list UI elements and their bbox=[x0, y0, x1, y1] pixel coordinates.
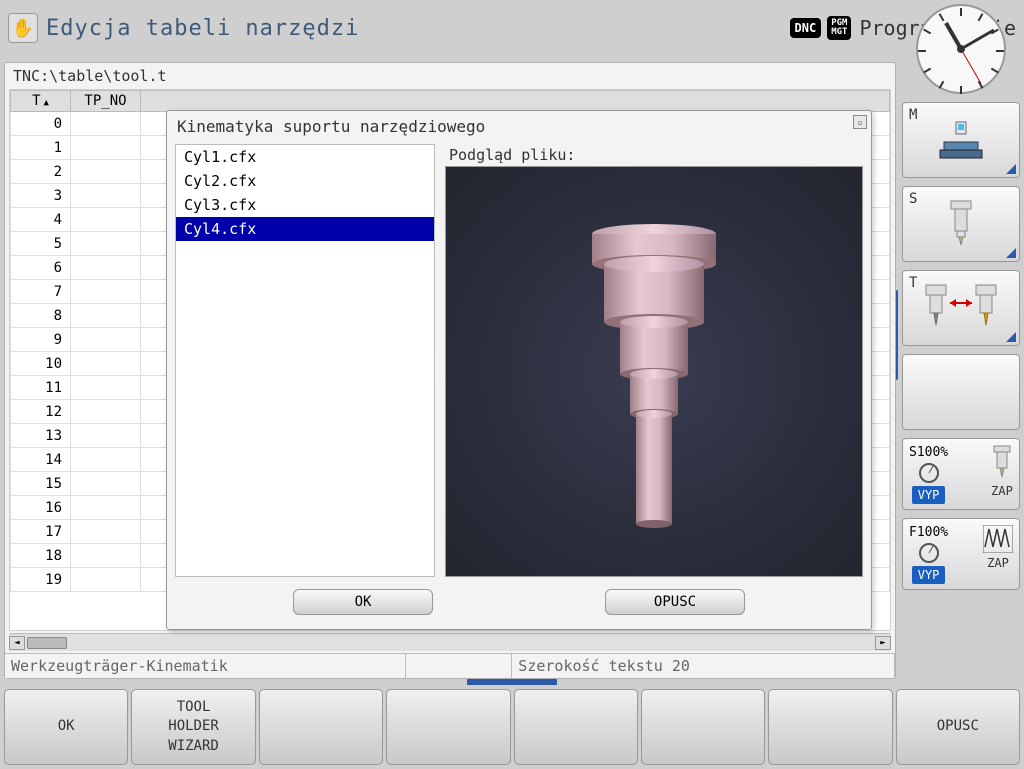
file-path: TNC:\table\tool.t bbox=[5, 63, 895, 87]
hand-icon[interactable]: ✋ bbox=[8, 13, 38, 43]
softkey-5[interactable] bbox=[514, 689, 638, 765]
softkey-2-tool-holder-wizard[interactable]: TOOLHOLDERWIZARD bbox=[131, 689, 255, 765]
softkey-6[interactable] bbox=[641, 689, 765, 765]
pgm-mgt-badge[interactable]: PGMMGT bbox=[827, 16, 851, 40]
kinematics-dialog: Kinematyka suportu narzędziowego ▫ Cyl1.… bbox=[166, 110, 872, 630]
feed-override-block[interactable]: F100% VYP ZAP bbox=[902, 518, 1020, 590]
file-list-item[interactable]: Cyl4.cfx bbox=[176, 217, 434, 241]
softkey-7[interactable] bbox=[768, 689, 892, 765]
status-mid bbox=[406, 654, 513, 678]
col-header-tpno[interactable]: TP_NO bbox=[71, 91, 141, 112]
horizontal-scrollbar[interactable]: ◄ ► bbox=[9, 633, 891, 651]
spindle-override-block[interactable]: S100% VYP ZAP bbox=[902, 438, 1020, 510]
header-bar: ✋ Edycja tabeli narzędzi DNC PGMMGT Prog… bbox=[0, 0, 1024, 56]
preview-3d-canvas[interactable] bbox=[445, 166, 863, 577]
side-button-t[interactable]: T bbox=[902, 270, 1020, 346]
dialog-menu-icon[interactable]: ▫ bbox=[853, 115, 867, 129]
side-button-s[interactable]: S bbox=[902, 186, 1020, 262]
softkey-3[interactable] bbox=[259, 689, 383, 765]
page-title: Edycja tabeli narzędzi bbox=[46, 16, 359, 41]
preview-label: Podgląd pliku: bbox=[445, 144, 863, 166]
dialog-cancel-button[interactable]: OPUSC bbox=[605, 589, 745, 615]
waveform-icon bbox=[983, 525, 1013, 553]
tool-holder-3d-icon bbox=[544, 202, 764, 542]
scroll-right-icon[interactable]: ► bbox=[875, 636, 891, 650]
side-button-empty[interactable] bbox=[902, 354, 1020, 430]
scroll-thumb[interactable] bbox=[27, 637, 67, 649]
softkey-bar: OK TOOLHOLDERWIZARD OPUSC bbox=[4, 689, 1020, 765]
col-header-t[interactable]: T▲ bbox=[11, 91, 71, 112]
dial-icon bbox=[919, 463, 939, 483]
side-button-m[interactable]: M bbox=[902, 102, 1020, 178]
status-bar: Werkzeugträger-Kinematik Szerokość tekst… bbox=[5, 653, 895, 678]
status-right: Szerokość tekstu 20 bbox=[512, 654, 895, 678]
scroll-left-icon[interactable]: ◄ bbox=[9, 636, 25, 650]
machine-icon bbox=[936, 118, 986, 162]
softkey-1-ok[interactable]: OK bbox=[4, 689, 128, 765]
file-list[interactable]: Cyl1.cfxCyl2.cfxCyl3.cfxCyl4.cfx bbox=[175, 144, 435, 577]
status-left: Werkzeugträger-Kinematik bbox=[5, 654, 406, 678]
right-sidebar: M S T bbox=[902, 4, 1020, 590]
dialog-ok-button[interactable]: OK bbox=[293, 589, 433, 615]
sort-asc-icon: ▲ bbox=[44, 98, 49, 108]
spindle-icon bbox=[947, 199, 975, 249]
progress-indicator bbox=[467, 679, 557, 685]
clock-icon bbox=[916, 4, 1006, 94]
dialog-title: Kinematyka suportu narzędziowego ▫ bbox=[167, 111, 871, 140]
file-list-item[interactable]: Cyl1.cfx bbox=[176, 145, 434, 169]
file-list-item[interactable]: Cyl2.cfx bbox=[176, 169, 434, 193]
tool-exchange-icon bbox=[916, 281, 1006, 335]
softkey-8-opusc[interactable]: OPUSC bbox=[896, 689, 1020, 765]
dial-icon bbox=[919, 543, 939, 563]
dnc-badge: DNC bbox=[790, 18, 822, 38]
spindle-small-icon bbox=[991, 445, 1013, 481]
softkey-4[interactable] bbox=[386, 689, 510, 765]
file-list-item[interactable]: Cyl3.cfx bbox=[176, 193, 434, 217]
